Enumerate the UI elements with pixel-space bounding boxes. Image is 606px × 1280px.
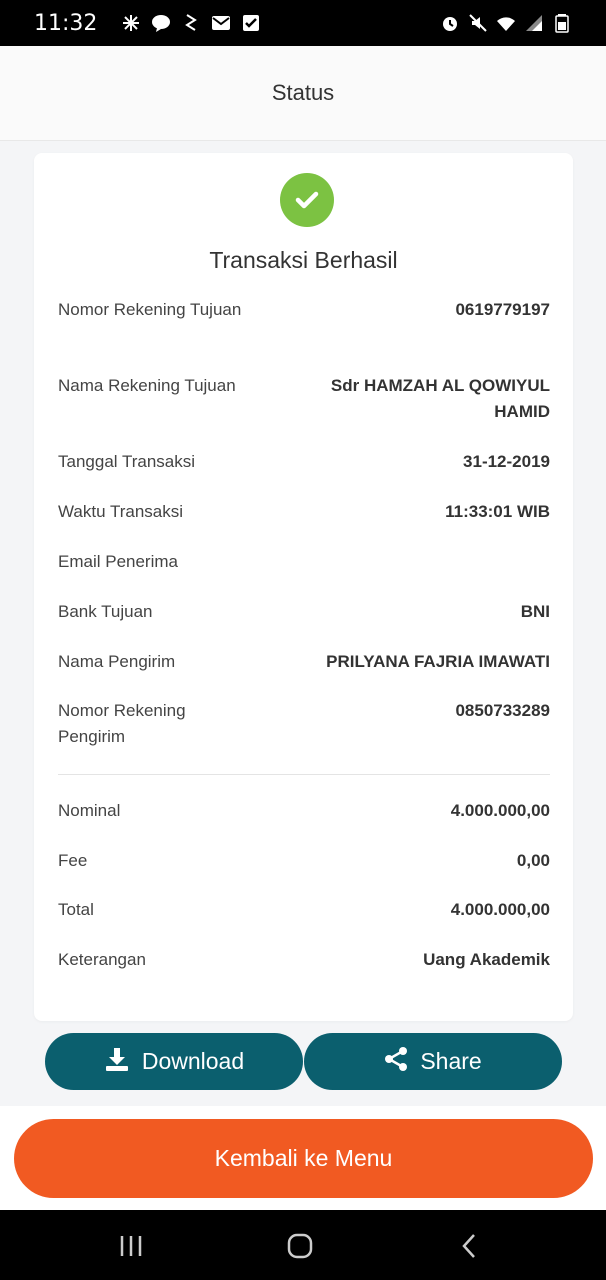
detail-label: Waktu Transaksi (58, 502, 184, 521)
detail-label: Nomor Rekening Pengirim (58, 701, 186, 746)
detail-label: Bank Tujuan (58, 602, 153, 621)
summary-value: 4.000.000,00 (450, 900, 550, 919)
share-button-label: Share (420, 1048, 482, 1074)
summary-label: Total (58, 900, 94, 919)
detail-label: Nomor Rekening Tujuan (58, 300, 242, 319)
summary-value: Uang Akademik (423, 950, 550, 969)
detail-value: Sdr HAMZAH AL QOWIYUL HAMID (330, 376, 550, 421)
detail-row-nama-pengirim: Nama Pengirim PRILYANA FAJRIA IMAWATI (58, 649, 550, 675)
summary-label: Fee (58, 851, 88, 870)
detail-row-bank-tujuan: Bank Tujuan BNI (58, 599, 550, 625)
summary-row-keterangan: Keterangan Uang Akademik (58, 947, 550, 973)
download-button[interactable]: Download (45, 1033, 303, 1090)
detail-row-email-penerima: Email Penerima (58, 549, 550, 575)
summary-row-nominal: Nominal 4.000.000,00 (58, 798, 550, 824)
detail-value: 0850733289 (455, 701, 550, 720)
app-header: Status (0, 46, 606, 141)
share-button[interactable]: Share (304, 1033, 562, 1090)
detail-label: Nama Pengirim (58, 652, 176, 671)
detail-row-nomor-rekening-tujuan: Nomor Rekening Tujuan 0619779197 (58, 297, 550, 323)
signal-icon (524, 13, 544, 33)
summary-value: 4.000.000,00 (450, 801, 550, 820)
battery-icon (552, 13, 572, 33)
detail-value: PRILYANA FAJRIA IMAWATI (326, 652, 550, 671)
download-icon (104, 1046, 130, 1078)
wifi-icon (496, 13, 516, 33)
system-navigation-bar (0, 1210, 606, 1280)
download-button-label: Download (141, 1048, 245, 1074)
detail-label: Email Penerima (58, 552, 178, 571)
summary-label: Nominal (58, 801, 121, 820)
transaction-status-title: Transaksi Berhasil (209, 247, 398, 273)
check-circle-icon (280, 173, 334, 227)
status-bar: 11:32 (0, 0, 606, 46)
status-time: 11:32 (34, 10, 98, 36)
recent-apps-icon[interactable] (117, 1232, 145, 1260)
detail-row-waktu-transaksi: Waktu Transaksi 11:33:01 WIB (58, 499, 550, 525)
detail-value: BNI (520, 602, 550, 621)
mail-icon (211, 13, 231, 33)
detail-label: Nama Rekening Tujuan (58, 376, 236, 395)
detail-label: Tanggal Transaksi (58, 452, 196, 471)
back-to-menu-button[interactable]: Kembali ke Menu (14, 1119, 593, 1198)
detail-row-nomor-rekening-pengirim: Nomor Rekening Pengirim 0850733289 (58, 698, 550, 750)
share-icon (384, 1046, 408, 1078)
detail-value: 31-12-2019 (463, 452, 550, 471)
summary-value: 0,00 (516, 851, 550, 870)
task-check-icon (241, 13, 261, 33)
detail-row-nama-rekening-tujuan: Nama Rekening Tujuan Sdr HAMZAH AL QOWIY… (58, 373, 550, 425)
pinwheel-icon (121, 13, 141, 33)
summary-row-total: Total 4.000.000,00 (58, 897, 550, 923)
home-icon[interactable] (286, 1232, 314, 1260)
page-title: Status (271, 80, 335, 105)
transaction-receipt-card: Transaksi Berhasil Nomor Rekening Tujuan… (34, 153, 573, 1021)
mute-icon (468, 13, 488, 33)
bbm-icon (181, 13, 201, 33)
divider (58, 774, 550, 775)
back-to-menu-label: Kembali ke Menu (214, 1145, 393, 1171)
summary-row-fee: Fee 0,00 (58, 848, 550, 874)
detail-value: 11:33:01 WIB (445, 502, 550, 521)
detail-value: 0619779197 (455, 300, 550, 319)
summary-label: Keterangan (58, 950, 146, 969)
line-app-icon (151, 13, 171, 33)
back-icon[interactable] (456, 1232, 484, 1260)
alarm-icon (440, 13, 460, 33)
detail-row-tanggal-transaksi: Tanggal Transaksi 31-12-2019 (58, 449, 550, 475)
